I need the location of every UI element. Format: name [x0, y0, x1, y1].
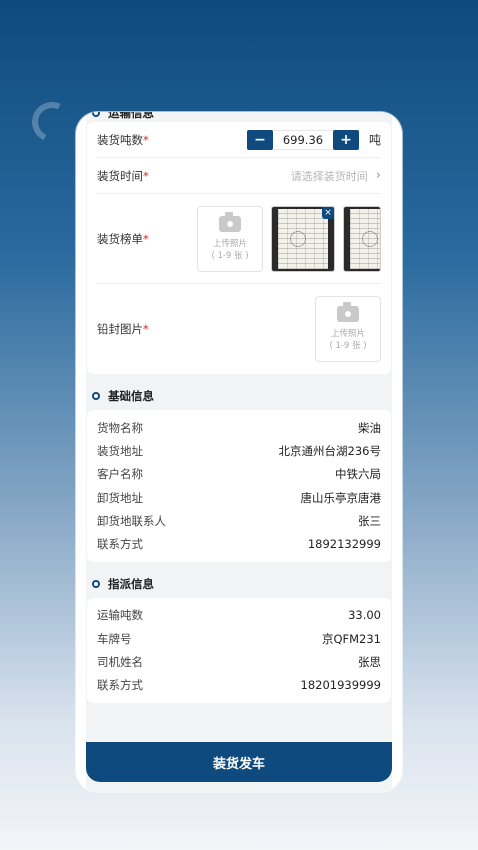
camera-icon — [337, 302, 359, 322]
load-time-picker[interactable]: 请选择装货时间 › — [291, 168, 381, 184]
tonnage-stepper: − 699.36 + 吨 — [246, 129, 381, 150]
info-row: 车牌号 京QFM231 — [97, 631, 381, 646]
info-row: 货物名称 柴油 — [97, 420, 381, 435]
info-row: 司机姓名 张思 — [97, 655, 381, 670]
load-time-placeholder: 请选择装货时间 — [290, 169, 368, 183]
section-title: 基础信息 — [108, 389, 154, 403]
info-row: 卸货地址 唐山乐亭京唐港 — [97, 490, 381, 505]
section-header-dispatch: 指派信息 — [86, 570, 392, 598]
info-row: 联系方式 1892132999 — [97, 537, 381, 552]
chevron-right-icon: › — [375, 168, 381, 183]
section-header-transport: 运输信息 — [86, 112, 392, 122]
section-dot-icon — [92, 579, 100, 588]
seal-photo-label: 铅封图片* — [97, 322, 149, 336]
tonnage-row: 装货吨数* − 699.36 + 吨 — [97, 122, 381, 158]
weighbill-row: 装货榜单* 上传照片 ( 1-9 张 ) × — [97, 194, 381, 284]
tonnage-unit: 吨 — [368, 133, 381, 147]
section-title: 指派信息 — [108, 576, 154, 591]
weighbill-photo-thumbnail[interactable] — [343, 205, 381, 272]
decorative-ring — [26, 96, 78, 148]
tonnage-label: 装货吨数* — [97, 132, 149, 147]
phone-frame: 运输信息 装货吨数* − 699.36 + 吨 装货时间* 请选择装货时间 › … — [76, 112, 402, 792]
app-screen: 运输信息 装货吨数* − 699.36 + 吨 装货时间* 请选择装货时间 › … — [86, 112, 392, 792]
increase-button[interactable]: + — [332, 129, 359, 150]
info-row: 客户名称 中铁六局 — [97, 467, 381, 482]
transport-card: 装货吨数* − 699.36 + 吨 装货时间* 请选择装货时间 › 装货榜单*… — [87, 122, 391, 374]
form-scroll-area[interactable]: 运输信息 装货吨数* − 699.36 + 吨 装货时间* 请选择装货时间 › … — [86, 112, 392, 792]
weighbill-uploads: 上传照片 ( 1-9 张 ) × — [197, 205, 381, 272]
upload-photo-button[interactable]: 上传照片 ( 1-9 张 ) — [197, 205, 263, 272]
submit-load-dispatch-button[interactable]: 装货发车 — [86, 742, 392, 782]
weighbill-label: 装货榜单* — [97, 231, 149, 246]
decrease-button[interactable]: − — [246, 129, 273, 150]
info-row: 卸货地联系人 张三 — [97, 513, 381, 528]
info-row: 运输吨数 33.00 — [97, 608, 381, 623]
section-dot-icon — [92, 392, 100, 400]
dispatch-info-card: 运输吨数 33.00 车牌号 京QFM231 司机姓名 张思 联系方式 18201939… — [87, 597, 391, 703]
upload-seal-photo-button[interactable]: 上传照片 ( 1-9 张 ) — [315, 296, 381, 362]
section-dot-icon — [92, 112, 100, 117]
info-row: 联系方式 18201939999 — [97, 678, 381, 693]
basic-info-card: 货物名称 柴油 装货地址 北京通州台湖236号 客户名称 中铁六局 卸货地址 唐山乐亭京… — [87, 410, 391, 562]
load-time-label: 装货时间* — [97, 168, 149, 183]
delete-photo-icon[interactable]: × — [322, 206, 334, 219]
info-row: 装货地址 北京通州台湖236号 — [97, 443, 381, 458]
section-title: 运输信息 — [108, 112, 154, 120]
camera-icon — [219, 211, 241, 232]
section-header-basic: 基础信息 — [86, 382, 392, 410]
seal-photo-row: 铅封图片* 上传照片 ( 1-9 张 ) — [97, 284, 381, 374]
tonnage-input[interactable]: 699.36 — [272, 129, 333, 150]
load-time-row[interactable]: 装货时间* 请选择装货时间 › — [97, 158, 381, 194]
weighbill-photo-thumbnail[interactable]: × — [271, 205, 335, 272]
